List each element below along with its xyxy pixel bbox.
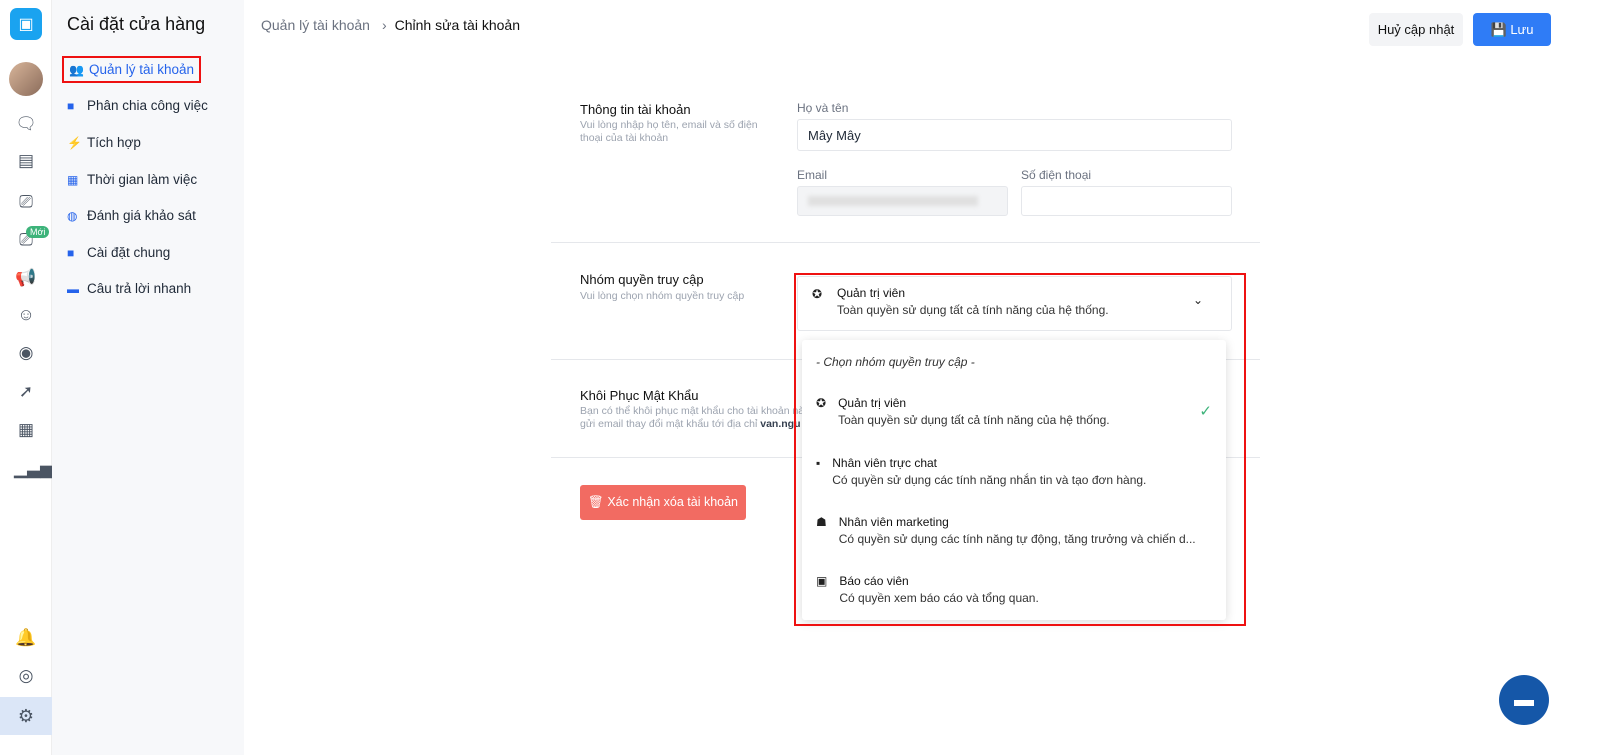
new-badge: Mới	[26, 226, 50, 238]
settings-gear-icon[interactable]: ⚙	[0, 697, 52, 735]
invoice-icon[interactable]: ▦	[14, 418, 38, 442]
password-hint-line1: Bạn có thể khôi phục mật khẩu cho tài kh…	[580, 405, 802, 417]
save-button[interactable]: 💾 Lưu	[1473, 13, 1551, 46]
password-email: van.ngu	[760, 418, 801, 430]
option-title: Nhân viên marketing	[838, 515, 949, 529]
sidebar-item-quick-reply[interactable]: ▬ Câu trả lời nhanh	[67, 281, 191, 296]
sidebar-item-account[interactable]: 👥 Quản lý tài khoản	[61, 56, 202, 83]
survey-icon: ◍	[67, 208, 78, 223]
plug-icon: ⚡	[67, 135, 82, 150]
rocket-icon[interactable]: ➚	[14, 380, 38, 404]
password-hint-line2: gửi email thay đổi mật khẩu tới địa chỉ	[580, 418, 761, 430]
blurred-email	[808, 196, 978, 206]
help-icon[interactable]: ◎	[14, 664, 38, 688]
option-desc: Có quyền sử dụng các tính năng tự động, …	[838, 532, 1196, 546]
user-icon[interactable]: ◉	[14, 341, 38, 365]
option-desc: Có quyền sử dụng các tính năng nhắn tin …	[832, 473, 1147, 487]
chevron-down-icon: ⌄	[1193, 293, 1204, 307]
chevron-right-icon: ›	[381, 17, 387, 33]
role-select[interactable]: ✪ Quản trị viên Toàn quyền sử dụng tất cả…	[797, 276, 1232, 331]
delete-account-button[interactable]: 🗑 Xác nhận xóa tài khoản	[580, 485, 746, 520]
role-option-reporter[interactable]: ▣ Báo cáo viên Có quyền xem báo cáo và tổn…	[816, 574, 1039, 605]
role-option-admin[interactable]: ✪ Quản trị viên Toàn quyền sử dụng tất cả …	[816, 396, 1212, 427]
chat-icon[interactable]: 🗨	[14, 112, 38, 136]
role-option-marketing[interactable]: ☗ Nhân viên marketing Có quyền sử dụng các…	[816, 515, 1196, 546]
sidebar-item-label: Câu trả lời nhanh	[87, 281, 192, 296]
orders-icon[interactable]: ▤	[14, 149, 38, 173]
cancel-update-button[interactable]: Huỷ cập nhật	[1369, 13, 1463, 46]
selected-role-title: Quản trị viên	[837, 286, 906, 300]
app-rail: ▣ 🗨 ▤ ⎚ ⎚ Mới 📢 ☺ ◉ ➚ ▦ ▁▃▅ 🔔 ◎ ⚙	[0, 0, 53, 755]
option-desc: Có quyền xem báo cáo và tổng quan.	[839, 591, 1039, 605]
account-section-title: Thông tin tài khoản	[580, 102, 691, 117]
avatar[interactable]	[9, 62, 43, 96]
selected-role-desc: Toàn quyền sử dụng tất cả tính năng của …	[837, 303, 1109, 317]
role-section-hint: Vui lòng chọn nhóm quyền truy cập	[580, 290, 745, 302]
app-logo-icon[interactable]: ▣	[10, 8, 42, 40]
phone-input[interactable]	[1021, 186, 1232, 216]
trash-icon: 🗑	[588, 495, 608, 509]
delete-label: Xác nhận xóa tài khoản	[607, 495, 738, 509]
password-hint: Bạn có thể khôi phục mật khẩu cho tài kh…	[580, 405, 802, 431]
sidebar-item-working-time[interactable]: ▦ Thời gian làm việc	[67, 172, 197, 187]
name-input[interactable]: Mây Mây	[797, 119, 1232, 151]
breadcrumb-current: Chỉnh sửa tài khoản	[394, 17, 520, 33]
breadcrumb-parent[interactable]: Quản lý tài khoản	[261, 17, 370, 33]
dropdown-placeholder[interactable]: - Chọn nhóm quyền truy cập -	[816, 355, 975, 369]
sidebar-item-survey[interactable]: ◍ Đánh giá khảo sát	[67, 208, 196, 223]
report-icon: ▣	[816, 574, 828, 588]
sidebar-item-label: Cài đặt chung	[87, 245, 171, 260]
analytics-icon[interactable]: ▁▃▅	[14, 457, 53, 481]
email-label: Email	[797, 168, 828, 182]
robot-icon: ☗	[816, 515, 827, 529]
folder-gear-icon: ■	[67, 245, 75, 260]
star-icon: ✪	[816, 396, 827, 410]
divider	[551, 242, 1260, 243]
sidebar-item-label: Thời gian làm việc	[87, 172, 198, 187]
bell-icon[interactable]: 🔔	[14, 626, 38, 650]
support-chat-button[interactable]: ▬	[1499, 675, 1549, 725]
sidebar-item-general[interactable]: ■ Cài đặt chung	[67, 245, 170, 260]
megaphone-icon[interactable]: 📢	[14, 266, 38, 290]
save-icon: 💾	[1490, 21, 1511, 37]
sidebar-title: Cài đặt cửa hàng	[67, 14, 206, 34]
email-input[interactable]	[797, 186, 1008, 216]
option-title: Nhân viên trực chat	[832, 456, 938, 470]
password-section-title: Khôi Phục Mật Khẩu	[580, 388, 699, 403]
calendar-icon: ▦	[67, 172, 79, 187]
sidebar-item-label: Phân chia công việc	[87, 98, 208, 113]
breadcrumb: Quản lý tài khoản › Chỉnh sửa tài khoản	[261, 17, 520, 33]
sidebar-item-label: Đánh giá khảo sát	[87, 208, 196, 223]
role-dropdown: - Chọn nhóm quyền truy cập - ✪ Quản trị v…	[802, 340, 1226, 620]
badge-icon: ■	[67, 98, 75, 113]
sidebar-item-label: Quản lý tài khoản	[89, 62, 195, 77]
check-icon: ✓	[1199, 403, 1212, 420]
sidebar-item-integration[interactable]: ⚡ Tích hợp	[67, 135, 141, 150]
option-desc: Toàn quyền sử dụng tất cả tính năng của …	[838, 413, 1110, 427]
name-label: Họ và tên	[797, 101, 849, 115]
option-title: Quản trị viên	[838, 396, 907, 410]
role-section-title: Nhóm quyền truy cập	[580, 272, 704, 287]
account-section-hint: Vui lòng nhập họ tên, email và số điện t…	[580, 119, 758, 144]
star-icon: ✪	[812, 287, 823, 301]
phone-label: Số điện thoại	[1021, 168, 1092, 182]
sidebar-item-assignment[interactable]: ■ Phân chia công việc	[67, 98, 208, 113]
bot-icon[interactable]: ☺	[14, 303, 38, 327]
option-title: Báo cáo viên	[839, 574, 909, 588]
chat-bubble-icon: ▪	[816, 456, 821, 470]
role-option-chat-agent[interactable]: ▪ Nhân viên trực chat Có quyền sử dụng các…	[816, 456, 1146, 487]
users-icon: 👥	[69, 62, 84, 77]
sidebar-item-label: Tích hợp	[87, 135, 141, 150]
message-icon: ▬	[67, 281, 79, 296]
settings-sidebar: Cài đặt cửa hàng 👥 Quản lý tài khoản ■ Phâ…	[52, 0, 244, 755]
livestream-icon[interactable]: ⎚	[14, 190, 38, 214]
save-label: Lưu	[1510, 21, 1534, 37]
